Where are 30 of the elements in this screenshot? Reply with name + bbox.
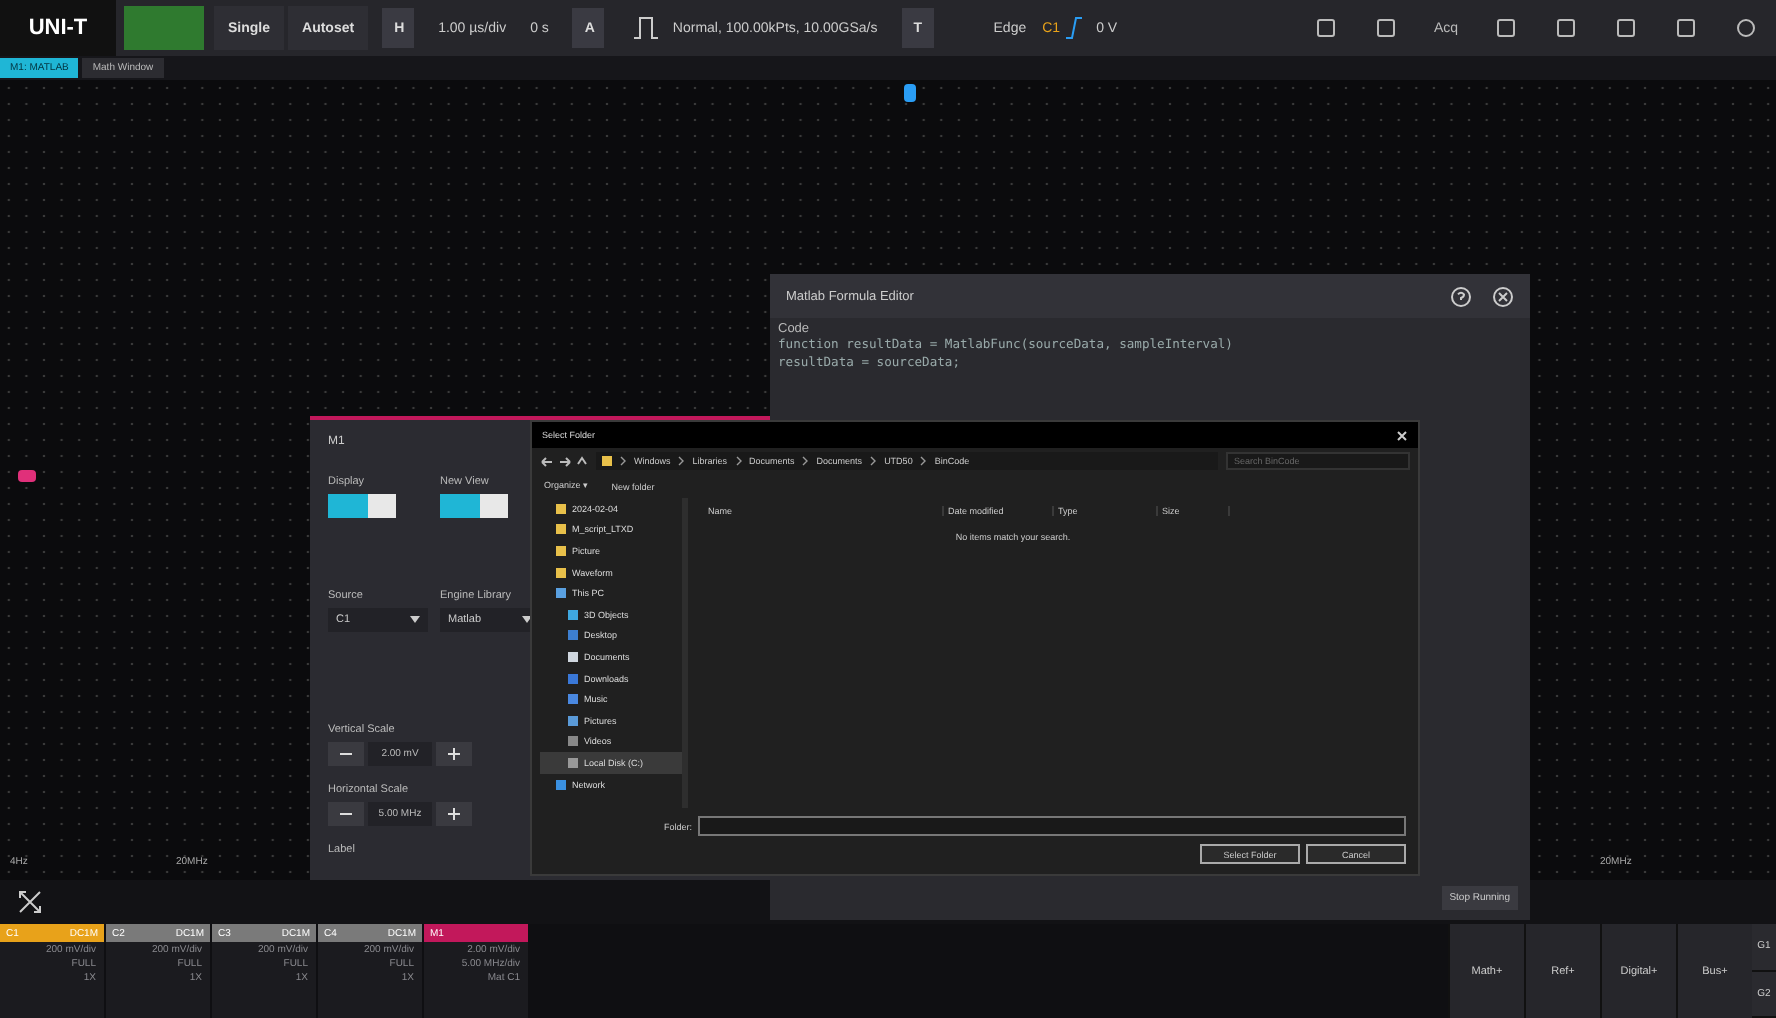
chevron-icon	[920, 456, 927, 466]
caret-icon	[522, 616, 532, 624]
pulse-icon	[632, 14, 661, 42]
chevron-icon	[678, 456, 685, 466]
plus-button[interactable]	[436, 742, 472, 766]
close-icon[interactable]	[1492, 285, 1514, 307]
folder-icon	[602, 456, 612, 466]
plus-icon	[448, 748, 460, 760]
minus-button[interactable]	[328, 802, 364, 826]
help-icon[interactable]	[1450, 285, 1472, 307]
folder-input-field[interactable]	[698, 816, 1406, 836]
chevron-icon	[620, 456, 626, 466]
navigation-arrows-icon[interactable]	[540, 455, 588, 467]
trigger-position-marker[interactable]	[904, 84, 916, 102]
cross-tools-icon[interactable]	[16, 888, 44, 916]
chevron-icon	[802, 456, 809, 466]
plus-button[interactable]	[436, 802, 472, 826]
caret-icon	[410, 616, 420, 624]
minus-icon	[340, 808, 352, 820]
toggle-switch[interactable]	[328, 494, 396, 518]
chevron-icon	[870, 456, 877, 466]
logo: UNI-T	[0, 0, 116, 56]
toggle-switch[interactable]	[440, 494, 508, 518]
plus-icon	[448, 808, 460, 820]
close-icon[interactable]	[1396, 429, 1408, 441]
minus-icon	[340, 748, 352, 760]
channel-marker[interactable]	[18, 470, 36, 482]
minus-button[interactable]	[328, 742, 364, 766]
rising-edge-icon	[1064, 14, 1085, 42]
chevron-icon	[735, 456, 742, 466]
